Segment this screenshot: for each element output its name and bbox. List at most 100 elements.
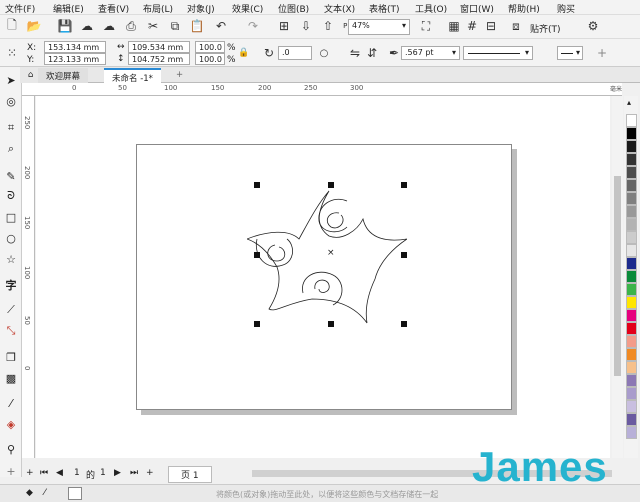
zoom-level-select[interactable]: 47% ▾ <box>348 19 410 35</box>
scale-x-input[interactable]: 100.0 <box>195 41 225 53</box>
selection-handle[interactable] <box>254 252 260 258</box>
menu-help[interactable]: 帮助(H) <box>508 2 540 15</box>
new-document-icon[interactable]: 🗋 <box>4 18 20 34</box>
redo-icon[interactable]: ↷ <box>245 18 261 34</box>
add-tool-icon[interactable]: + <box>3 463 19 479</box>
parallel-dimension-icon[interactable]: ⟋ <box>3 302 19 318</box>
drawing-workspace[interactable]: × <box>36 96 610 458</box>
selection-handle[interactable] <box>328 321 334 327</box>
menu-edit[interactable]: 编辑(E) <box>53 2 84 15</box>
undo-icon[interactable]: ↶ <box>213 18 229 34</box>
drop-shadow-icon[interactable]: ❐ <box>3 349 19 365</box>
object-origin-icon[interactable]: ⁙ <box>4 45 20 61</box>
snap-icon[interactable]: ⧈ <box>508 18 524 34</box>
color-swatch[interactable] <box>626 335 637 348</box>
x-position-input[interactable]: 153.134 mm <box>44 41 106 53</box>
scale-y-input[interactable]: 100.0 <box>195 53 225 65</box>
eyedropper-icon[interactable]: ⁄ <box>3 395 19 411</box>
color-swatch[interactable] <box>626 257 637 270</box>
menu-table[interactable]: 表格(T) <box>369 2 400 15</box>
color-swatch[interactable] <box>626 153 637 166</box>
menu-bitmap[interactable]: 位图(B) <box>278 2 309 15</box>
color-swatch[interactable] <box>626 140 637 153</box>
color-swatch[interactable] <box>626 400 637 413</box>
horizontal-ruler[interactable]: 0 50 100 150 200 250 300 毫米 <box>22 83 622 96</box>
text-tool-icon[interactable]: 字 <box>3 277 19 293</box>
no-fill-icon[interactable] <box>68 487 82 500</box>
color-swatch[interactable] <box>626 179 637 192</box>
color-swatch[interactable] <box>626 348 637 361</box>
menu-tools[interactable]: 工具(O) <box>415 2 447 15</box>
color-swatch[interactable] <box>626 127 637 140</box>
cut-icon[interactable]: ✂ <box>145 18 161 34</box>
color-swatch[interactable] <box>626 309 637 322</box>
menu-buy[interactable]: 购买 <box>557 2 575 15</box>
save-icon[interactable]: 💾 <box>57 18 73 34</box>
menu-object[interactable]: 对象(J) <box>187 2 215 15</box>
color-swatch[interactable] <box>626 231 637 244</box>
color-swatch[interactable] <box>626 322 637 335</box>
menu-view[interactable]: 查看(V) <box>98 2 129 15</box>
show-guidelines-icon[interactable]: ⊟ <box>483 18 499 34</box>
tab-document[interactable]: 未命名 -1* <box>104 68 161 84</box>
scrollbar-thumb[interactable] <box>614 176 621 376</box>
polygon-tool-icon[interactable]: ☆ <box>3 251 19 267</box>
show-grid-icon[interactable]: # <box>464 18 480 34</box>
page-tab[interactable]: 页 1 <box>168 466 212 483</box>
color-swatch[interactable] <box>626 361 637 374</box>
gear-icon[interactable]: ⚙ <box>585 18 601 34</box>
connector-tool-icon[interactable]: ⤡ <box>3 323 19 339</box>
menu-file[interactable]: 文件(F) <box>5 2 35 15</box>
zoom-tool-icon[interactable]: ⌕ <box>3 141 19 157</box>
color-swatch[interactable] <box>626 296 637 309</box>
interactive-fill-icon[interactable]: ◈ <box>3 416 19 432</box>
previous-page-icon[interactable]: ◀ <box>56 468 63 478</box>
document-page[interactable]: × <box>136 144 512 410</box>
mirror-vertical-icon[interactable]: ⇵ <box>364 45 380 61</box>
eyedropper-icon[interactable]: ⁄ <box>44 488 46 498</box>
vertical-scrollbar[interactable] <box>612 96 623 458</box>
add-icon[interactable]: + <box>594 45 610 61</box>
menu-window[interactable]: 窗口(W) <box>460 2 494 15</box>
shape-tool-icon[interactable]: ◎ <box>3 93 19 109</box>
tab-welcome-screen[interactable]: 欢迎屏幕 <box>38 68 89 83</box>
palette-up-icon[interactable]: ▴ <box>627 98 631 107</box>
selection-handle[interactable] <box>401 252 407 258</box>
freehand-tool-icon[interactable]: ✎ <box>3 168 19 184</box>
snap-to-label[interactable]: 贴齐(T) <box>530 22 561 35</box>
center-marker-icon[interactable]: × <box>327 248 335 258</box>
color-swatch[interactable] <box>626 387 637 400</box>
color-swatch[interactable] <box>626 374 637 387</box>
menu-effects[interactable]: 效果(C) <box>232 2 263 15</box>
color-swatch[interactable] <box>626 192 637 205</box>
first-page-icon[interactable]: ⏮ <box>40 468 48 478</box>
show-rulers-icon[interactable]: ▦ <box>446 18 462 34</box>
height-input[interactable]: 104.752 mm <box>128 53 190 65</box>
cloud-upload-icon[interactable]: ☁ <box>101 18 117 34</box>
menu-layout[interactable]: 布局(L) <box>143 2 173 15</box>
full-screen-icon[interactable]: ⛶ <box>418 18 434 34</box>
new-tab-button[interactable]: + <box>168 68 191 83</box>
add-page-after-icon[interactable]: + <box>146 468 154 478</box>
color-swatch[interactable] <box>626 218 637 231</box>
color-swatch[interactable] <box>626 166 637 179</box>
color-swatch[interactable] <box>626 283 637 296</box>
transparency-icon[interactable]: ▩ <box>3 370 19 386</box>
paste-icon[interactable]: 📋 <box>189 18 205 34</box>
line-style-select[interactable]: ▾ <box>463 46 533 60</box>
rectangle-tool-icon[interactable]: □ <box>3 209 19 225</box>
search-content-icon[interactable]: ⊞ <box>276 18 292 34</box>
next-page-icon[interactable]: ▶ <box>114 468 121 478</box>
arrowhead-select[interactable]: ▾ <box>557 46 583 60</box>
add-page-icon[interactable]: + <box>26 468 34 478</box>
cloud-download-icon[interactable]: ☁ <box>79 18 95 34</box>
copy-icon[interactable]: ⧉ <box>167 18 183 34</box>
color-swatch[interactable] <box>626 270 637 283</box>
export-icon[interactable]: ⇧ <box>320 18 336 34</box>
print-icon[interactable]: ⎙ <box>123 18 139 34</box>
selection-handle[interactable] <box>328 182 334 188</box>
crop-tool-icon[interactable]: ⌗ <box>3 120 19 136</box>
ellipse-tool-icon[interactable]: ○ <box>3 230 19 246</box>
selection-handle[interactable] <box>254 321 260 327</box>
selection-handle[interactable] <box>254 182 260 188</box>
